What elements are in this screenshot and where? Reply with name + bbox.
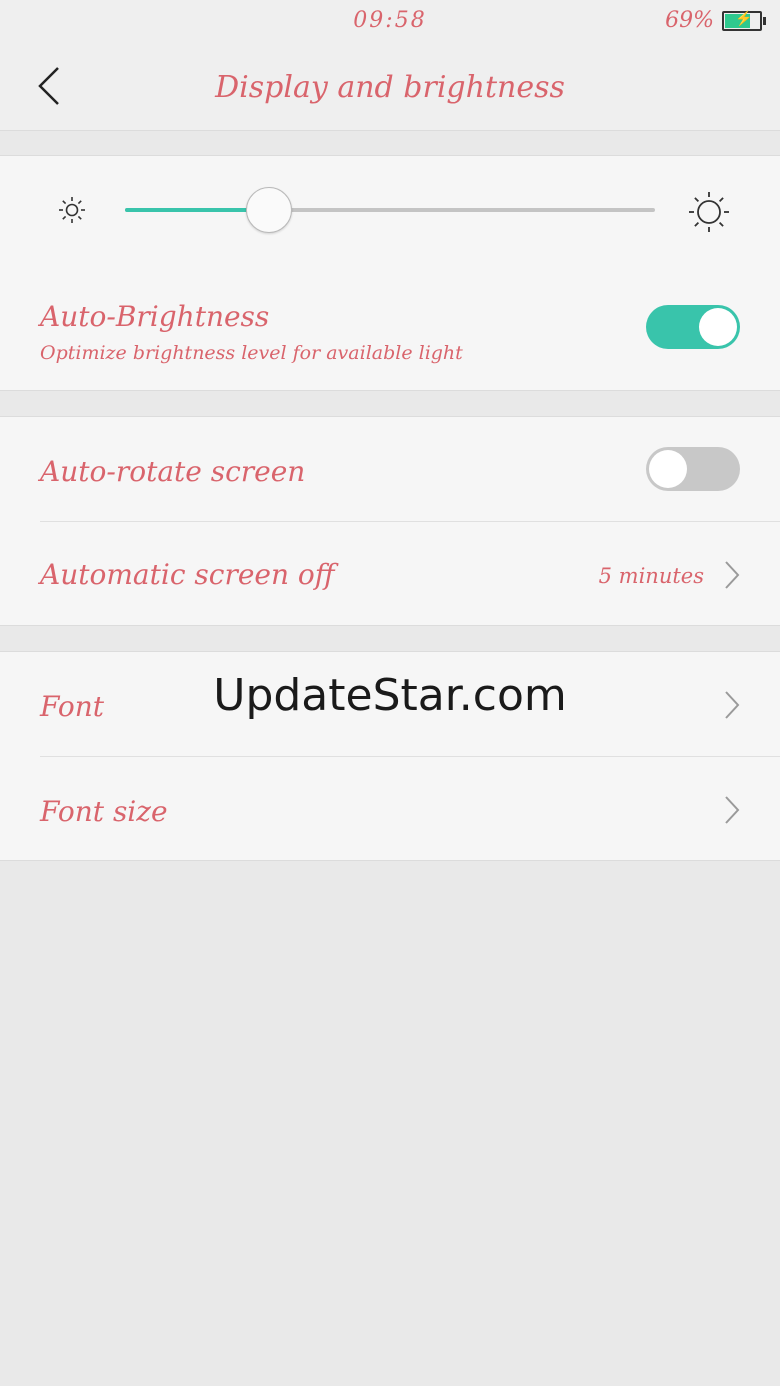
font-size-label: Font size: [40, 795, 168, 828]
chevron-right-icon: [725, 561, 740, 589]
auto-brightness-toggle[interactable]: [646, 305, 740, 349]
screen-settings-card: Auto-rotate screen Automatic screen off …: [0, 416, 780, 626]
app-header: Display and brightness: [0, 44, 780, 131]
screen-off-label: Automatic screen off: [40, 558, 335, 591]
status-bar: 09:58 69% ⚡: [0, 0, 780, 44]
auto-rotate-toggle[interactable]: [646, 447, 740, 491]
auto-rotate-label: Auto-rotate screen: [40, 455, 306, 488]
status-time: 09:58: [353, 8, 427, 33]
font-size-row[interactable]: Font size: [0, 757, 780, 860]
auto-brightness-label: Auto-Brightness: [40, 300, 270, 333]
high-brightness-icon: [689, 192, 729, 232]
brightness-card: Auto-Brightness Optimize brightness leve…: [0, 155, 780, 391]
chevron-right-icon: [725, 796, 740, 824]
screen-off-row[interactable]: Automatic screen off 5 minutes: [0, 522, 780, 625]
page-title: Display and brightness: [215, 70, 565, 105]
battery-icon: ⚡: [722, 11, 766, 31]
screen-off-value: 5 minutes: [598, 564, 704, 588]
low-brightness-icon: [59, 197, 85, 223]
auto-brightness-description: Optimize brightness level for available …: [40, 342, 463, 364]
watermark: UpdateStar.com: [213, 670, 567, 721]
battery-percent: 69%: [665, 8, 714, 33]
brightness-slider[interactable]: [125, 187, 655, 233]
brightness-slider-thumb[interactable]: [246, 187, 293, 233]
